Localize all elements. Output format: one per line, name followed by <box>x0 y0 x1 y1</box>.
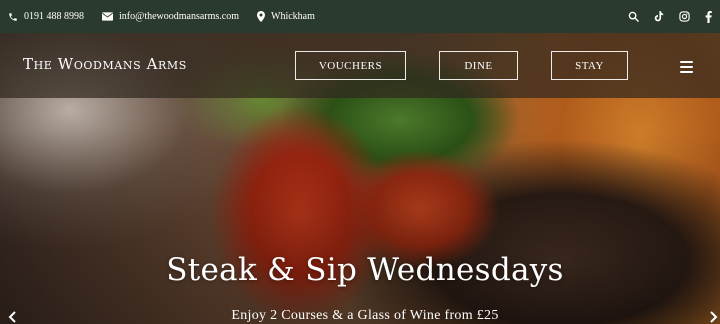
slide-title: Steak & Sip Wednesdays <box>166 252 564 288</box>
vouchers-button[interactable]: VOUCHERS <box>295 51 406 80</box>
slide-subtitle: Enjoy 2 Courses & a Glass of Wine from £… <box>231 308 499 323</box>
phone-icon <box>9 12 17 21</box>
chevron-left-icon <box>8 311 16 323</box>
tiktok-link[interactable] <box>654 11 664 22</box>
email-link[interactable]: info@thewoodmansarms.com <box>102 11 239 22</box>
search-button[interactable] <box>628 11 639 22</box>
menu-line <box>680 61 693 63</box>
dine-button[interactable]: DINE <box>439 51 518 80</box>
envelope-icon <box>102 12 113 21</box>
map-pin-icon <box>257 11 266 22</box>
social-links <box>613 10 712 23</box>
stay-button[interactable]: STAY <box>551 51 628 80</box>
site-logo[interactable]: The Woodmans Arms <box>23 55 187 73</box>
menu-line <box>680 66 693 68</box>
next-slide-button[interactable] <box>710 310 720 324</box>
hamburger-menu-icon[interactable] <box>680 61 693 73</box>
chevron-right-icon <box>710 311 718 323</box>
previous-slide-button[interactable] <box>8 310 18 324</box>
facebook-link[interactable] <box>705 10 712 23</box>
search-icon <box>628 11 639 22</box>
main-navigation: The Woodmans Arms VOUCHERS DINE STAY <box>0 33 720 98</box>
instagram-icon <box>679 11 690 22</box>
email-address: info@thewoodmansarms.com <box>119 11 240 22</box>
location-link[interactable]: Whickham <box>257 11 315 22</box>
phone-number: 0191 488 8998 <box>24 11 84 22</box>
phone-link[interactable]: 0191 488 8998 <box>8 11 84 22</box>
facebook-icon <box>705 10 712 23</box>
contact-bar: 0191 488 8998 info@thewoodmansarms.com W… <box>0 0 720 33</box>
menu-line <box>680 71 693 73</box>
location-name: Whickham <box>271 11 315 22</box>
instagram-link[interactable] <box>679 11 690 22</box>
tiktok-icon <box>654 11 664 22</box>
